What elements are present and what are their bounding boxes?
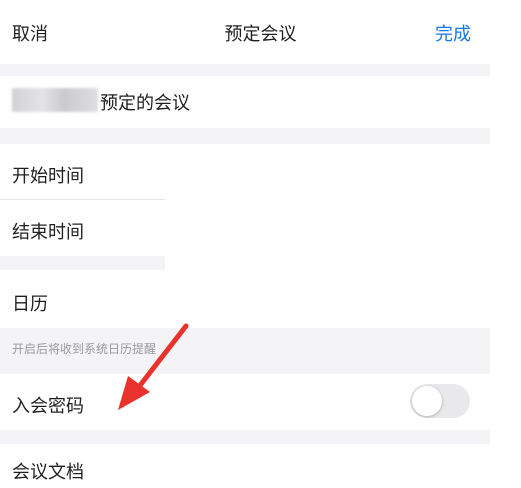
start-time-label: 开始时间: [12, 166, 84, 187]
calendar-hint-text: 开启后将收到系统日历提醒: [12, 342, 157, 356]
done-button[interactable]: 完成: [435, 20, 471, 46]
start-time-row[interactable]: 开始时间: [0, 144, 490, 200]
meeting-topic-text: 预定的会议: [100, 93, 190, 114]
right-margin: [490, 0, 521, 488]
calendar-label: 日历: [12, 294, 48, 315]
section-separator: [0, 256, 165, 270]
meeting-password-label: 入会密码: [12, 396, 84, 417]
calendar-row[interactable]: 日历: [0, 270, 490, 328]
toggle-knob: [412, 386, 442, 416]
end-time-label: 结束时间: [12, 222, 84, 243]
section-separator: [0, 430, 490, 444]
nav-bar: 取消 预定会议 完成: [0, 0, 521, 64]
meeting-docs-row[interactable]: 会议文档: [0, 444, 490, 488]
meeting-docs-label: 会议文档: [12, 462, 84, 483]
meeting-password-toggle[interactable]: [410, 384, 470, 418]
end-time-row[interactable]: 结束时间: [0, 200, 490, 256]
schedule-meeting-screen: 取消 预定会议 完成 预定的会议 开始时间 结束时间 日历 开启后将收到系统日历…: [0, 0, 521, 488]
blurred-username: [12, 88, 98, 112]
section-separator: [0, 64, 490, 76]
section-separator: [0, 128, 490, 144]
